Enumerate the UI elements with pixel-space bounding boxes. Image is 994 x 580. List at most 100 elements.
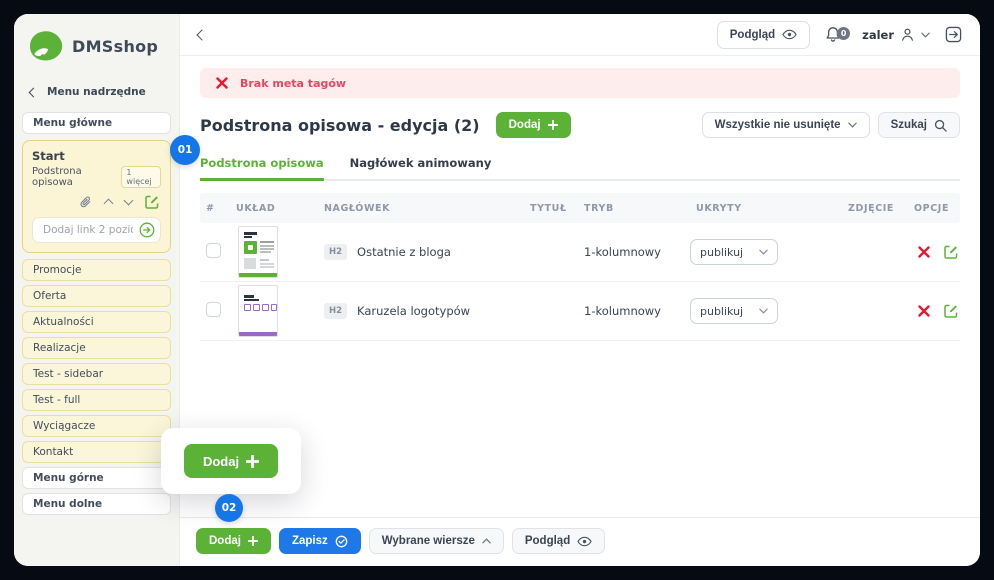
table-row: H2 Karuzela logotypów 1-kolumnowy publik…	[200, 282, 960, 341]
check-circle-icon	[335, 535, 348, 548]
dmsshop-logo-icon	[28, 30, 64, 62]
filter-dropdown[interactable]: Wszystkie nie usunięte	[702, 112, 870, 138]
preview-button[interactable]: Podgląd	[717, 21, 810, 49]
edit-icon[interactable]	[944, 304, 958, 318]
notification-count-badge: 0	[837, 27, 850, 40]
cell-tryb: 1-kolumnowy	[578, 245, 690, 259]
add-button-popup[interactable]: Dodaj	[184, 444, 278, 478]
more-count-badge: 1 więcej	[121, 166, 161, 188]
tab-bar: Podstrona opisowa Nagłówek animowany	[200, 156, 960, 181]
add-button-label: Dodaj	[509, 119, 541, 131]
tab-podstrona-opisowa[interactable]: Podstrona opisowa	[200, 156, 324, 181]
error-message: Brak meta tagów	[240, 77, 346, 90]
search-label: Szukaj	[891, 119, 927, 131]
sidebar-active-item-start[interactable]: Start Podstrona opisowa 1 więcej	[22, 140, 171, 253]
preview-footer-label: Podgląd	[525, 535, 570, 547]
move-down-icon[interactable]	[125, 197, 132, 207]
ukryty-select[interactable]: publikuj	[690, 239, 778, 265]
chevron-down-icon	[759, 308, 768, 314]
sidebar-item-wyciagacze[interactable]: Wyciągacze	[22, 415, 171, 437]
user-menu[interactable]: zaler	[862, 27, 930, 42]
popup-add-label: Dodaj	[203, 454, 239, 469]
sidebar-item-oferta[interactable]: Oferta	[22, 285, 171, 307]
layout-thumbnail-carousel	[238, 285, 278, 337]
sidebar-item-test-full[interactable]: Test - full	[22, 389, 171, 411]
sidebar-item-menu-gorne[interactable]: Menu górne	[22, 467, 171, 489]
add-button-header[interactable]: Dodaj	[496, 112, 571, 138]
move-up-icon[interactable]	[105, 197, 112, 207]
submit-arrow-icon[interactable]	[139, 222, 155, 238]
col-ukryty: UKRYTY	[690, 203, 842, 214]
ukryty-value: publikuj	[700, 246, 743, 259]
sidebar-item-kontakt[interactable]: Kontakt	[22, 441, 171, 463]
filter-label: Wszystkie nie usunięte	[715, 119, 841, 131]
table-row: H2 Ostatnie z bloga 1-kolumnowy publikuj	[200, 223, 960, 282]
page-title: Podstrona opisowa - edycja (2)	[200, 116, 480, 135]
ukryty-value: publikuj	[700, 305, 743, 318]
sidebar-item-menu-glowne[interactable]: Menu główne	[22, 112, 171, 134]
add-link-input[interactable]	[43, 224, 133, 236]
table-header: # UKŁAD NAGŁÓWEK TYTUŁ TRYB UKRYTY ZDJĘC…	[200, 193, 960, 223]
add-button-label: Dodaj	[209, 535, 241, 547]
delete-icon[interactable]	[918, 246, 930, 258]
chevron-down-icon	[759, 249, 768, 255]
link-icon[interactable]	[79, 196, 92, 209]
heading-tag-badge: H2	[324, 303, 347, 319]
row-checkbox[interactable]	[206, 243, 221, 258]
user-icon	[900, 27, 915, 42]
search-icon	[934, 119, 947, 132]
save-button[interactable]: Zapisz	[279, 528, 361, 554]
sidebar-item-promocje[interactable]: Promocje	[22, 259, 171, 281]
col-opcje: OPCJE	[908, 203, 960, 214]
logout-button[interactable]	[945, 26, 962, 43]
col-uklad: UKŁAD	[230, 203, 318, 214]
logo: DMSshop	[22, 14, 171, 68]
row-checkbox[interactable]	[206, 302, 221, 317]
save-button-label: Zapisz	[292, 535, 328, 547]
edit-icon[interactable]	[944, 245, 958, 259]
preview-button-footer[interactable]: Podgląd	[512, 528, 605, 554]
chevron-down-icon	[848, 122, 857, 128]
chevron-up-icon	[482, 538, 491, 544]
add-tooltip-popup: Dodaj	[161, 428, 301, 494]
col-tytul: TYTUŁ	[524, 203, 578, 214]
back-icon[interactable]	[196, 29, 207, 40]
chevron-left-icon	[29, 87, 39, 97]
topbar: Podgląd 0 zaler	[180, 14, 980, 56]
add-button-footer[interactable]: Dodaj	[196, 528, 271, 554]
error-banner: Brak meta tagów	[200, 68, 960, 98]
delete-icon[interactable]	[918, 305, 930, 317]
layout-thumbnail-blog	[238, 226, 278, 278]
selected-rows-button[interactable]: Wybrane wiersze	[369, 528, 504, 554]
plus-icon	[246, 455, 259, 468]
sidebar-section-title: Menu nadrzędne	[47, 86, 146, 98]
col-number: #	[200, 203, 230, 214]
section-heading: Karuzela logotypów	[357, 304, 470, 318]
active-item-subtitle: Podstrona opisowa	[32, 166, 116, 188]
sidebar-item-test-sidebar[interactable]: Test - sidebar	[22, 363, 171, 385]
footer-toolbar: Dodaj Zapisz Wybrane wiersze Podgląd	[180, 517, 980, 566]
active-item-title: Start	[32, 149, 161, 163]
search-button[interactable]: Szukaj	[878, 112, 960, 138]
error-x-icon	[216, 77, 228, 89]
section-heading: Ostatnie z bloga	[357, 245, 451, 259]
add-link-field	[32, 217, 161, 243]
cell-tryb: 1-kolumnowy	[578, 304, 690, 318]
plus-icon	[548, 120, 558, 130]
tab-naglowek-animowany[interactable]: Nagłówek animowany	[350, 156, 492, 179]
eye-icon	[782, 29, 797, 40]
sidebar-item-menu-dolne[interactable]: Menu dolne	[22, 493, 171, 515]
selected-rows-label: Wybrane wiersze	[382, 535, 475, 547]
sidebar-back[interactable]: Menu nadrzędne	[22, 68, 171, 108]
notifications-button[interactable]: 0	[825, 26, 841, 43]
sidebar: DMSshop Menu nadrzędne Menu główne Start…	[14, 14, 180, 566]
col-zdjecie: ZDJĘCIE	[842, 203, 908, 214]
ukryty-select[interactable]: publikuj	[690, 298, 778, 324]
eye-icon	[577, 536, 592, 547]
step-badge-02: 02	[215, 494, 243, 522]
col-tryb: TRYB	[578, 203, 690, 214]
chevron-down-icon	[921, 32, 930, 38]
sidebar-item-aktualnosci[interactable]: Aktualności	[22, 311, 171, 333]
edit-icon[interactable]	[145, 195, 159, 209]
sidebar-item-realizacje[interactable]: Realizacje	[22, 337, 171, 359]
